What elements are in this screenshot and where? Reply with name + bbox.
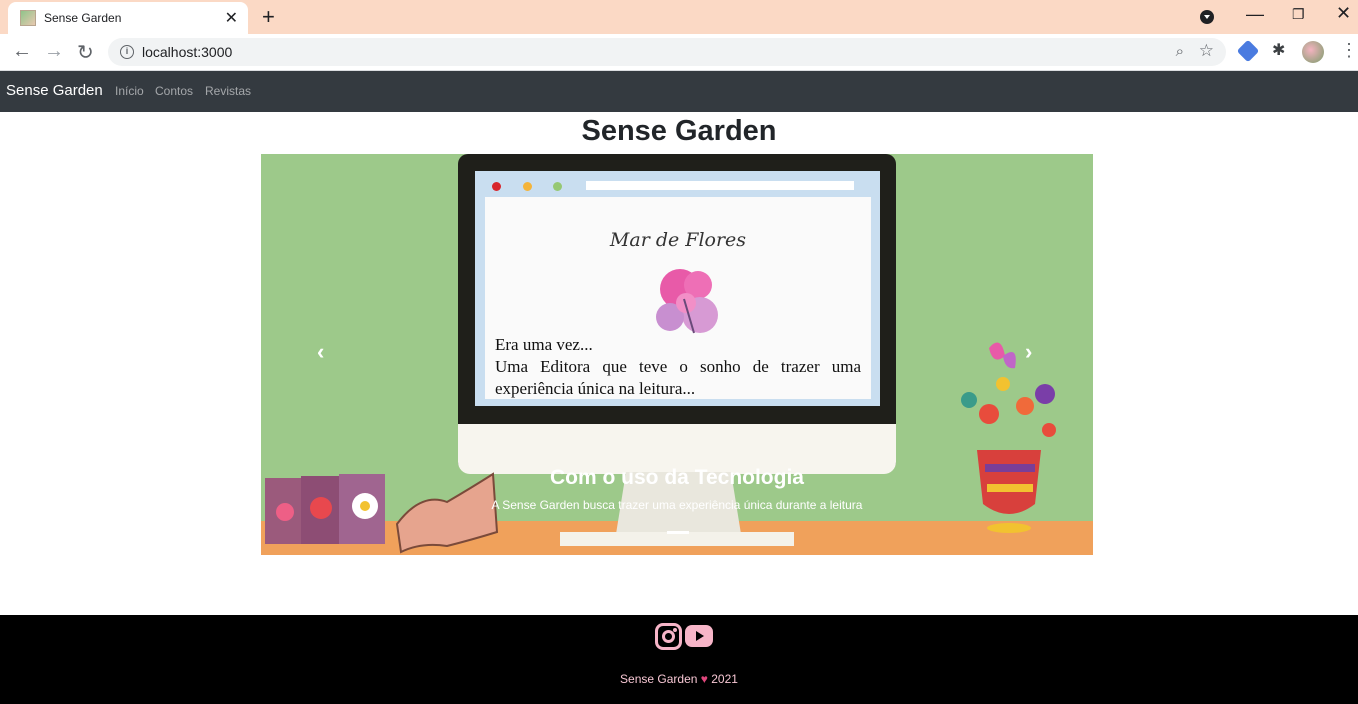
extension-icon[interactable] [1236, 39, 1260, 63]
monitor-base [560, 532, 794, 546]
navbar-brand[interactable]: Sense Garden [6, 82, 103, 99]
heart-icon: ♥ [700, 672, 708, 686]
footer-brand: Sense Garden [620, 672, 698, 686]
minimize-button[interactable]: — [1246, 4, 1264, 25]
tab-search-icon[interactable] [1200, 10, 1214, 24]
caption-text: A Sense Garden busca trazer uma experiên… [491, 498, 863, 512]
page-title: Sense Garden [581, 115, 777, 147]
carnation-flower-icon [656, 269, 718, 334]
browser-tab-strip: Sense Garden ✕ + — ❐ ✕ [0, 0, 1358, 34]
story-text: Era uma vez... Uma Editora que teve o so… [495, 334, 861, 400]
tab-close-icon[interactable]: ✕ [225, 8, 238, 28]
site-navbar: Sense Garden Início Contos Revistas [0, 71, 1358, 112]
forward-button[interactable]: → [44, 40, 64, 63]
new-tab-button[interactable]: + [262, 4, 275, 30]
window-dot-green [553, 182, 562, 191]
carousel-indicator-active[interactable] [667, 531, 689, 534]
address-bar[interactable]: i localhost:3000 ⌕ ☆ [108, 38, 1226, 66]
window-dot-red [492, 182, 501, 191]
youtube-icon[interactable] [685, 625, 713, 647]
carousel-next-button[interactable]: › [1025, 339, 1032, 365]
caption-title: Com o uso da Tecnologia [550, 466, 804, 489]
carousel-prev-button[interactable]: ‹ [317, 339, 324, 365]
screen-address-bar [586, 181, 854, 190]
carousel-caption: Com o uso da Tecnologia A Sense Garden b… [261, 466, 1093, 512]
monitor-screen: Mar de Flores Era uma vez... Uma Editora… [475, 171, 880, 406]
story-line-1: Era uma vez... [495, 335, 593, 354]
instagram-icon[interactable] [655, 623, 682, 650]
browser-toolbar: ← → ↻ i localhost:3000 ⌕ ☆ ✱ ⋮ [0, 34, 1358, 71]
profile-avatar[interactable] [1302, 41, 1324, 63]
story-title: Mar de Flores [609, 229, 747, 251]
nav-link-contos[interactable]: Contos [155, 84, 193, 98]
zoom-icon[interactable]: ⌕ [1176, 43, 1184, 60]
story-line-2: Uma Editora que teve o sonho de trazer u… [495, 357, 861, 398]
maximize-button[interactable]: ❐ [1292, 6, 1305, 23]
window-dot-yellow [523, 182, 532, 191]
bookmark-star-icon[interactable]: ☆ [1199, 41, 1214, 61]
site-footer: Sense Garden ♥ 2021 [0, 615, 1358, 704]
footer-year: 2021 [711, 672, 738, 686]
extensions-puzzle-icon[interactable]: ✱ [1272, 40, 1285, 60]
nav-link-inicio[interactable]: Início [115, 84, 144, 98]
footer-credit: Sense Garden ♥ 2021 [0, 672, 1358, 686]
tab-title: Sense Garden [44, 11, 122, 25]
nav-link-revistas[interactable]: Revistas [205, 84, 251, 98]
browser-tab[interactable]: Sense Garden ✕ [8, 2, 248, 34]
window-close-button[interactable]: ✕ [1336, 3, 1351, 24]
screen-page: Mar de Flores Era uma vez... Uma Editora… [485, 197, 871, 399]
back-button[interactable]: ← [12, 40, 32, 63]
site-info-icon[interactable]: i [120, 45, 134, 59]
favicon-icon [20, 10, 36, 26]
reload-button[interactable]: ↻ [77, 40, 94, 65]
browser-menu-icon[interactable]: ⋮ [1340, 40, 1358, 61]
image-carousel: Mar de Flores Era uma vez... Uma Editora… [261, 154, 1093, 555]
url-text[interactable]: localhost:3000 [142, 44, 232, 60]
